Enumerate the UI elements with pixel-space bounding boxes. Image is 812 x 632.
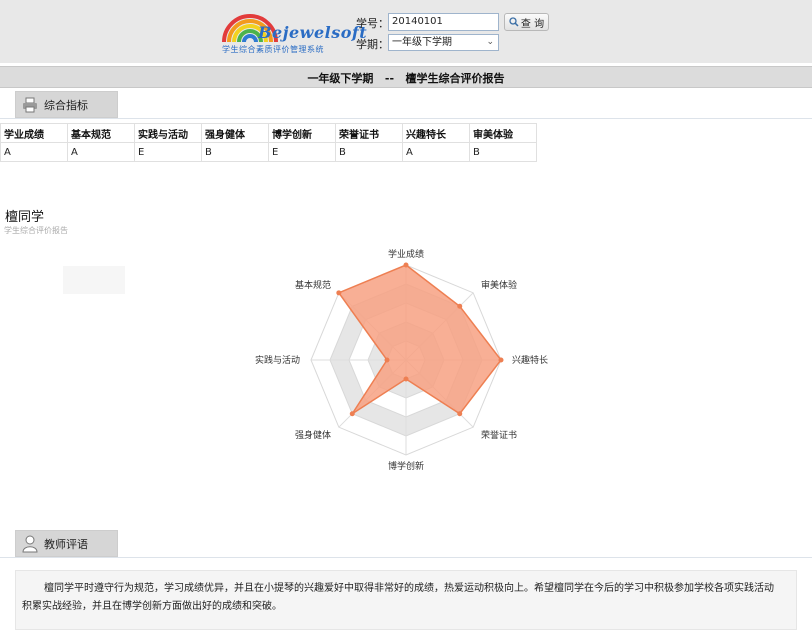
table-cell: A	[67, 142, 135, 162]
user-icon	[22, 535, 38, 552]
radar-axis-label: 博学创新	[388, 460, 424, 472]
table-header-row: 学业成绩 基本规范 实践与活动 强身健体 博学创新 荣誉证书 兴趣特长 审美体验	[0, 123, 537, 143]
report-title: 一年级下学期 -- 檀学生综合评价报告	[307, 72, 505, 85]
table-cell: A	[0, 142, 68, 162]
report-title-bar: 一年级下学期 -- 檀学生综合评价报告	[0, 66, 812, 88]
radar-axis-line	[338, 292, 407, 361]
radar-axis-label: 兴趣特长	[512, 354, 548, 366]
radar-axis-label: 学业成绩	[388, 248, 424, 260]
column-header: 学业成绩	[0, 123, 68, 143]
student-id-input[interactable]: 20140101	[388, 13, 499, 31]
tab-indicators[interactable]: 综合指标	[15, 91, 118, 118]
search-icon	[509, 17, 519, 27]
column-header: 审美体验	[469, 123, 537, 143]
tab-indicators-label: 综合指标	[44, 98, 88, 112]
top-header: Bejewelsoft 学生综合素质评价管理系统 学号： 20140101 查 …	[0, 0, 812, 63]
radar-grid-ring	[329, 283, 483, 437]
radar-axis-line	[405, 359, 474, 428]
indicators-table: 学业成绩 基本规范 实践与活动 强身健体 博学创新 荣誉证书 兴趣特长 审美体验…	[0, 123, 537, 162]
radar-data-point	[498, 357, 504, 363]
chevron-down-icon: ⌄	[486, 37, 494, 47]
student-id-label: 学号：	[356, 17, 389, 30]
printer-icon	[23, 97, 37, 112]
chart-placeholder	[63, 266, 125, 294]
table-cell: A	[402, 142, 470, 162]
tab-teacher-comment[interactable]: 教师评语	[15, 530, 118, 557]
logo-subtitle: 学生综合素质评价管理系统	[222, 45, 324, 54]
column-header: 基本规范	[67, 123, 135, 143]
radar-data-point	[403, 376, 409, 382]
table-row: A A E B E B A B	[0, 142, 537, 162]
column-header: 兴趣特长	[402, 123, 470, 143]
chart-title: 檀同学	[5, 210, 45, 225]
term-select-value: 一年级下学期	[392, 37, 452, 48]
tab-teacher-comment-label: 教师评语	[44, 537, 88, 551]
term-select[interactable]: 一年级下学期 ⌄	[388, 34, 499, 51]
table-cell: B	[335, 142, 403, 162]
radar-axis-label: 实践与活动	[255, 354, 300, 366]
term-label: 学期：	[356, 38, 389, 51]
divider	[0, 118, 812, 119]
column-header: 强身健体	[201, 123, 269, 143]
radar-data-point	[403, 262, 409, 268]
teacher-comment-box: 檀同学平时遵守行为规范，学习成绩优异，并且在小提琴的兴趣爱好中取得非常好的成绩，…	[15, 570, 797, 630]
column-header: 博学创新	[268, 123, 336, 143]
column-header: 实践与活动	[134, 123, 202, 143]
radar-axis-line	[405, 292, 474, 361]
radar-data-point	[457, 303, 463, 309]
query-button-label: 查 询	[520, 18, 545, 30]
table-cell: E	[268, 142, 336, 162]
radar-grid-ring	[310, 264, 502, 456]
table-cell: B	[201, 142, 269, 162]
radar-grid-ring	[386, 340, 426, 380]
radar-axis-label: 审美体验	[481, 279, 517, 291]
table-cell: E	[134, 142, 202, 162]
logo: Bejewelsoft 学生综合素质评价管理系统	[220, 10, 367, 56]
radar-axis-label: 基本规范	[295, 279, 331, 291]
radar-chart: 学业成绩审美体验兴趣特长荣誉证书博学创新 强身健体 实践与活动 基本规范	[255, 248, 548, 472]
radar-grid-ring	[348, 302, 464, 418]
table-cell: B	[469, 142, 537, 162]
radar-data-point	[457, 411, 463, 417]
radar-data-point	[336, 290, 342, 296]
query-button[interactable]: 查 询	[504, 13, 549, 31]
radar-grid-ring	[367, 321, 445, 399]
radar-data-point	[384, 357, 390, 363]
radar-axis-line	[338, 359, 407, 428]
radar-axis-label: 强身健体	[295, 429, 331, 441]
teacher-comment: 檀同学平时遵守行为规范，学习成绩优异，并且在小提琴的兴趣爱好中取得非常好的成绩，…	[22, 583, 774, 612]
column-header: 荣誉证书	[335, 123, 403, 143]
radar-data-point	[349, 411, 355, 417]
divider	[0, 557, 812, 558]
logo-text: Bejewelsoft	[258, 23, 368, 42]
radar-axis-label: 荣誉证书	[481, 429, 517, 441]
radar-series-area	[337, 264, 502, 415]
chart-subtitle: 学生综合评价报告	[4, 226, 68, 235]
